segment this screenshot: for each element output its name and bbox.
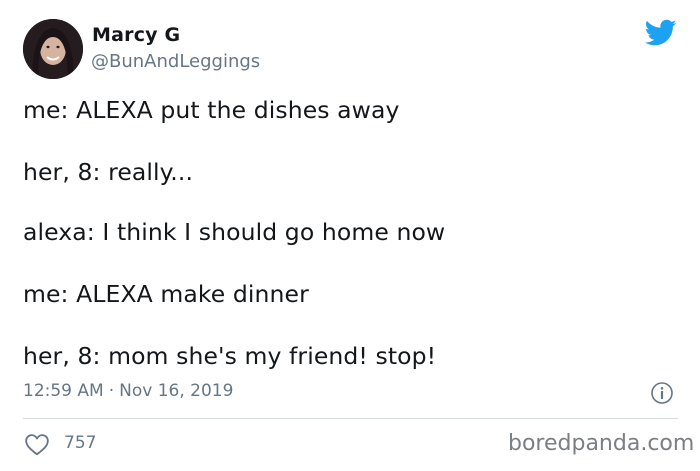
divider (23, 418, 678, 419)
author-handle[interactable]: @BunAndLeggings (91, 51, 260, 72)
watermark: boredpanda.com (508, 431, 695, 456)
tweet-date: Nov 16, 2019 (119, 381, 234, 401)
tweet-line-3: alexa: I think I should go home now (23, 218, 446, 246)
meta-separator: · (108, 381, 115, 401)
tweet-line-1: me: ALEXA put the dishes away (23, 96, 400, 124)
twitter-bird-icon[interactable] (645, 19, 677, 47)
heart-icon[interactable] (24, 432, 50, 456)
tweet-time: 12:59 AM (23, 381, 104, 401)
avatar[interactable] (23, 19, 83, 79)
tweet-card: Marcy G @BunAndLeggings me: ALEXA put th… (0, 0, 700, 471)
info-icon[interactable] (650, 381, 674, 405)
tweet-timestamp[interactable]: 12:59 AM · Nov 16, 2019 (23, 381, 233, 401)
tweet-line-2: her, 8: really... (23, 158, 194, 186)
tweet-line-5: her, 8: mom she's my friend! stop! (23, 342, 437, 370)
avatar-image (23, 19, 83, 79)
like-count: 757 (64, 433, 97, 453)
tweet-line-4: me: ALEXA make dinner (23, 280, 309, 308)
author-display-name[interactable]: Marcy G (92, 24, 180, 46)
